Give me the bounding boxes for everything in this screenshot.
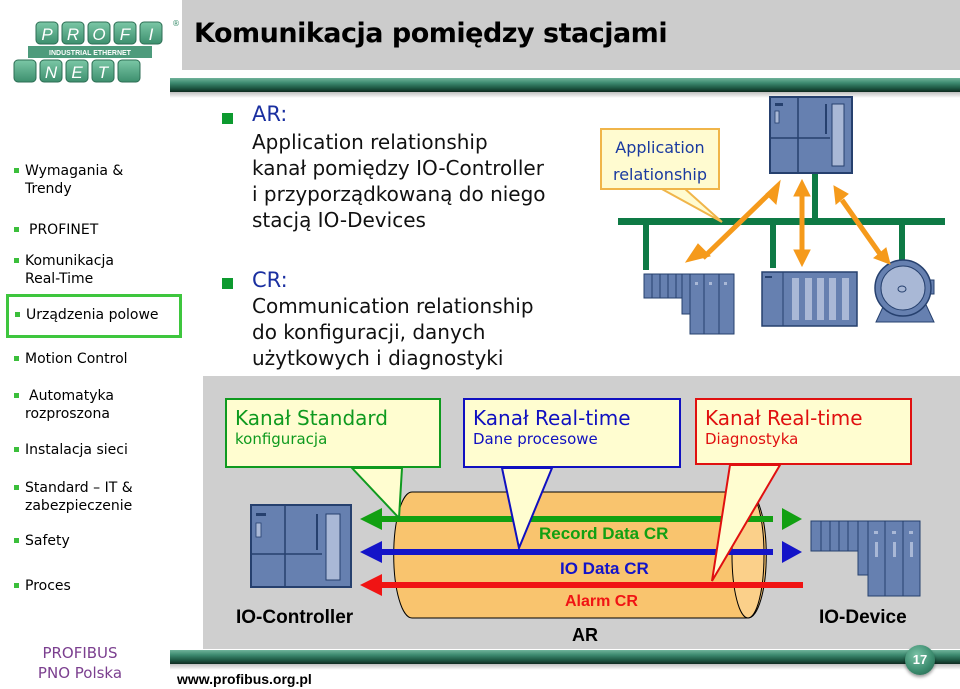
definition-line: Communication relationship <box>252 294 534 318</box>
bullet-icon <box>14 393 19 398</box>
io-controller-label: IO-Controller <box>236 607 354 628</box>
sidebar-item-label: zabezpieczenie <box>25 498 133 514</box>
definition-line: Application relationship <box>252 130 488 154</box>
sidebar-item-label: Trendy <box>25 181 72 197</box>
bullet-icon <box>14 168 19 173</box>
profinet-logo: P R O F I INDUSTRIAL ETHERNET N E T ® <box>13 19 180 83</box>
callout-realtime-process: Kanał Real-time Dane procesowe <box>463 398 681 468</box>
logo-letter: F <box>120 25 132 44</box>
io-device-icon <box>810 520 921 597</box>
callout-subtitle: Diagnostyka <box>705 430 799 448</box>
bullet-icon <box>222 113 233 124</box>
definition-line: do konfiguracji, danych <box>252 320 486 344</box>
alarm-cr-label: Alarm CR <box>565 593 638 610</box>
callout-title: Kanał Standard <box>235 406 388 430</box>
sidebar-item-label: Komunikacja <box>25 253 114 269</box>
logo-letter: P <box>41 25 53 44</box>
app-relationship-callout: Application relationship <box>600 128 720 190</box>
sidebar-item-urzadzenia-polowe[interactable]: Urządzenia polowe <box>6 294 182 338</box>
sidebar-item-instalacja[interactable]: Instalacja sieci <box>14 441 128 459</box>
registered-mark: ® <box>172 19 180 28</box>
bullet-icon <box>14 447 19 452</box>
definition-line: kanał pomiędzy IO-Controller <box>252 156 544 180</box>
bullet-icon <box>222 278 233 289</box>
definition-line: stacją IO-Devices <box>252 208 426 232</box>
ar-label: AR <box>572 625 598 645</box>
sidebar-item-label: Urządzenia polowe <box>26 307 159 323</box>
sidebar-item-proces[interactable]: Proces <box>14 577 71 595</box>
plc-controller-icon <box>769 96 853 174</box>
logo-band-text: INDUSTRIAL ETHERNET <box>49 50 132 57</box>
callout-line: relationship <box>612 165 708 184</box>
io-device-rack-icon <box>761 271 858 327</box>
sidebar-item-label: Wymagania & <box>25 163 124 179</box>
org-name-line: PROFIBUS <box>42 644 118 662</box>
bullet-icon <box>14 258 19 263</box>
page-title: Komunikacja pomiędzy stacjami <box>194 18 668 49</box>
bullet-icon <box>15 312 20 317</box>
sidebar-item-automatyka[interactable]: Automatyka rozproszona <box>14 387 114 423</box>
org-name: PROFIBUS PNO Polska <box>32 643 128 683</box>
callout-title: Kanał Real-time <box>473 406 631 430</box>
logo-letter: N <box>45 63 58 82</box>
sidebar-item-safety[interactable]: Safety <box>14 532 70 550</box>
bullet-icon <box>14 583 19 588</box>
bullet-icon <box>14 538 19 543</box>
sidebar-item-standard-it[interactable]: Standard – IT & zabezpieczenie <box>14 479 133 515</box>
org-name-line: PNO Polska <box>37 664 123 682</box>
definition-heading: AR: <box>252 102 288 126</box>
bullet-icon <box>14 356 19 361</box>
sidebar-item-label: rozproszona <box>25 406 110 422</box>
page-number-badge: 17 <box>905 645 935 675</box>
title-bar: Komunikacja pomiędzy stacjami <box>182 0 960 70</box>
sidebar-item-label: Safety <box>25 533 70 549</box>
callout-subtitle: Dane procesowe <box>473 430 598 448</box>
io-device-label: IO-Device <box>819 607 907 628</box>
io-controller-icon <box>250 504 352 588</box>
definition-line: użytkowych i diagnostyki <box>252 346 504 370</box>
callout-title: Kanał Real-time <box>705 406 863 430</box>
sidebar-item-label: Standard – IT & <box>25 480 133 496</box>
sidebar-item-motion-control[interactable]: Motion Control <box>14 350 128 368</box>
io-device-modular-icon <box>643 273 735 335</box>
website-link[interactable]: www.profibus.org.pl <box>177 671 312 687</box>
motor-drive-icon <box>874 259 935 323</box>
bullet-icon <box>14 485 19 490</box>
sidebar-item-label: Real-Time <box>25 271 94 287</box>
callout-subtitle: konfiguracja <box>235 430 328 448</box>
bullet-icon <box>14 227 19 232</box>
sidebar-item-komunikacja-rt[interactable]: Komunikacja Real-Time <box>14 252 114 288</box>
sidebar-item-wymagania[interactable]: Wymagania & Trendy <box>14 162 123 198</box>
logo-letter: T <box>98 63 110 82</box>
sidebar-item-label: PROFINET <box>29 222 99 238</box>
io-data-cr-label: IO Data CR <box>560 559 649 578</box>
logo-letter: R <box>67 25 79 44</box>
logo-letter: I <box>149 25 154 44</box>
sidebar-item-label: Instalacja sieci <box>25 442 128 458</box>
logo-letter: O <box>92 25 105 44</box>
footer-divider-shadow <box>170 664 960 670</box>
record-data-cr-label: Record Data CR <box>539 524 669 543</box>
logo-letter: E <box>71 63 83 82</box>
footer-divider <box>170 650 960 664</box>
definition-line: i przyporządkowaną do niego <box>252 182 546 206</box>
callout-realtime-diagnostics: Kanał Real-time Diagnostyka <box>695 398 912 465</box>
title-divider <box>170 78 960 92</box>
sidebar-item-label: Motion Control <box>25 351 128 367</box>
sidebar-item-label: Automatyka <box>29 388 114 404</box>
definition-heading: CR: <box>252 268 288 292</box>
callout-line: Application <box>615 138 705 157</box>
callout-standard-channel: Kanał Standard konfiguracja <box>225 398 441 468</box>
sidebar-item-profinet[interactable]: PROFINET <box>14 221 98 239</box>
sidebar-item-label: Proces <box>25 578 71 594</box>
